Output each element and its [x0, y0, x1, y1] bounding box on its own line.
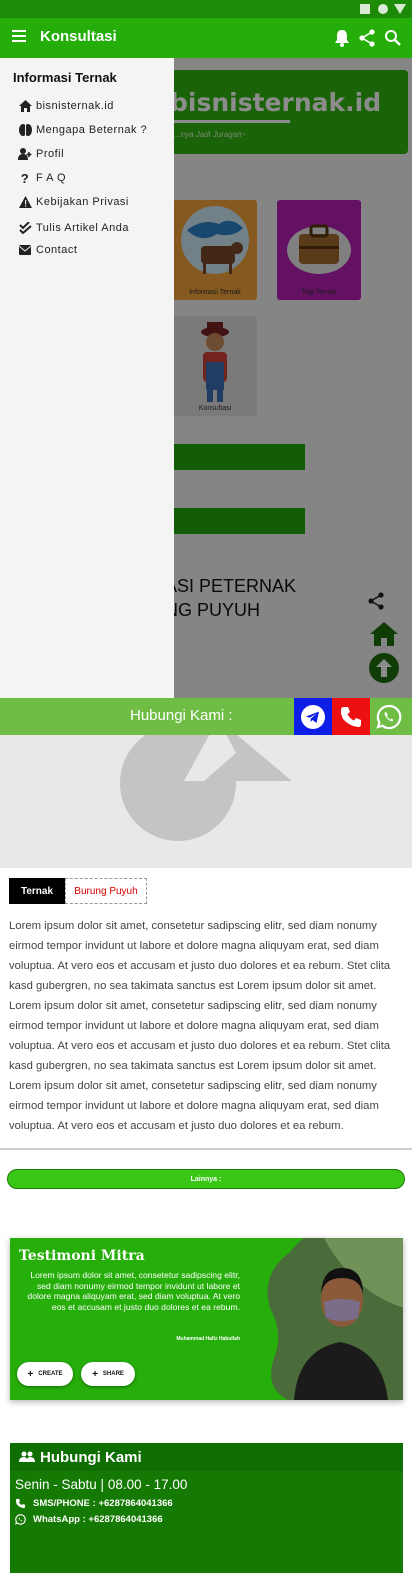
- share-button[interactable]: + SHARE: [81, 1362, 135, 1386]
- bell-icon[interactable]: [332, 28, 352, 48]
- app-title: Konsultasi: [40, 28, 117, 45]
- phone-icon: [15, 1498, 27, 1509]
- testimoni-photo: [267, 1238, 403, 1400]
- whatsapp-button[interactable]: [370, 698, 408, 735]
- hubungi-title: Hubungi Kami: [40, 1449, 142, 1466]
- question-icon: ?: [20, 170, 30, 186]
- divider: [0, 1148, 412, 1150]
- status-bar: [0, 0, 412, 18]
- telegram-icon: [301, 704, 325, 729]
- article-image-placeholder: [0, 735, 412, 868]
- drawer-heading: Informasi Ternak: [13, 70, 117, 85]
- envelope-icon: [18, 243, 32, 257]
- user-plus-icon: [18, 147, 32, 161]
- hubungi-kami-section: Hubungi Kami Senin - Sabtu | 08.00 - 17.…: [10, 1443, 403, 1573]
- article-body: Lorem ipsum dolor sit amet, consetetur s…: [9, 920, 391, 1132]
- testimoni-text: Lorem ipsum dolor sit amet, consetetur s…: [27, 1270, 240, 1312]
- menu-icon[interactable]: [12, 30, 26, 42]
- more-button[interactable]: Lainnya :: [7, 1169, 405, 1189]
- double-check-icon: [18, 221, 32, 235]
- phone-icon: [340, 706, 361, 727]
- navigation-drawer: Informasi Ternak bisnisternak.id Mengapa…: [0, 58, 174, 698]
- contact-bar-label: Hubungi Kami :: [130, 707, 233, 724]
- circle-icon: [378, 4, 388, 14]
- whatsapp-contact[interactable]: WhatsApp : +6287864041366: [15, 1514, 163, 1525]
- app-bar: Konsultasi: [0, 18, 412, 58]
- plus-icon: +: [92, 1368, 98, 1380]
- testimoni-author: Muhammad Hafiz Habullah: [176, 1336, 240, 1342]
- warning-icon: [18, 195, 32, 209]
- contact-bar: Hubungi Kami :: [0, 698, 412, 735]
- drawer-item-contact[interactable]: Contact: [18, 240, 168, 260]
- phone-contact[interactable]: SMS/PHONE : +6287864041366: [15, 1498, 173, 1509]
- drawer-item-profil[interactable]: Profil: [18, 144, 168, 164]
- tag-burung-puyuh[interactable]: Burung Puyuh: [65, 878, 147, 904]
- plus-icon: +: [27, 1368, 34, 1380]
- testimoni-title: Testimoni Mitra: [19, 1248, 145, 1264]
- telegram-button[interactable]: [294, 698, 332, 735]
- image-placeholder-icon: [120, 735, 292, 841]
- search-icon[interactable]: [383, 28, 403, 48]
- brain-icon: [18, 123, 32, 137]
- home-icon: [18, 99, 32, 113]
- business-hours: Senin - Sabtu | 08.00 - 17.00: [15, 1477, 188, 1492]
- handshake-icon: [19, 1451, 35, 1462]
- testimoni-card: Testimoni Mitra Lorem ipsum dolor sit am…: [10, 1238, 403, 1400]
- drawer-item-tulis-artikel[interactable]: Tulis Artikel Anda: [18, 218, 168, 238]
- tag-ternak[interactable]: Ternak: [9, 878, 65, 904]
- phone-button[interactable]: [332, 698, 370, 735]
- drawer-item-mengapa-beternak[interactable]: Mengapa Beternak ?: [18, 120, 168, 140]
- whatsapp-icon: [376, 704, 402, 729]
- stop-icon: [360, 4, 370, 14]
- drawer-item-kebijakan-privasi[interactable]: Kebijakan Privasi: [18, 192, 168, 212]
- triangle-icon: [394, 4, 406, 14]
- drawer-item-home[interactable]: bisnisternak.id: [18, 96, 168, 116]
- share-icon[interactable]: [357, 28, 377, 48]
- whatsapp-icon: [15, 1514, 27, 1525]
- drawer-item-faq[interactable]: ? F A Q: [18, 168, 168, 188]
- create-button[interactable]: + CREATE: [17, 1362, 73, 1386]
- hubungi-header: Hubungi Kami: [10, 1443, 403, 1471]
